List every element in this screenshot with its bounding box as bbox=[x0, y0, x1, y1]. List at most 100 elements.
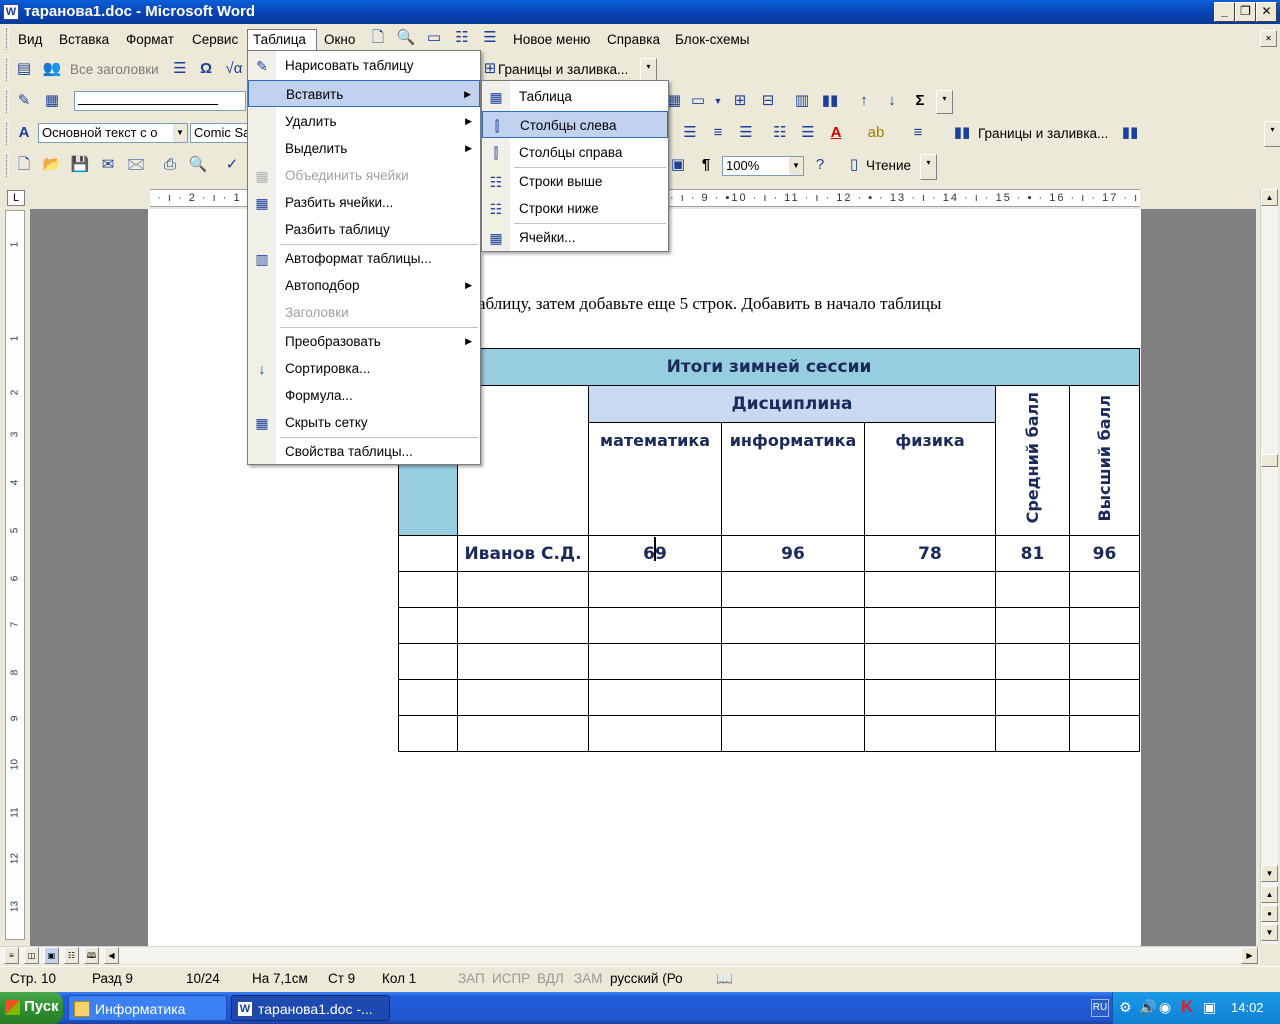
table-cell[interactable] bbox=[864, 607, 996, 644]
subject-informatics-cell[interactable]: информатика bbox=[721, 422, 865, 536]
table-cell[interactable] bbox=[995, 643, 1070, 680]
table-cell[interactable] bbox=[721, 607, 865, 644]
table-cell[interactable] bbox=[864, 571, 996, 608]
scroll-up-icon[interactable]: ▲ bbox=[1261, 189, 1278, 206]
table-cell[interactable] bbox=[995, 715, 1070, 752]
menu-insert[interactable]: Вставка bbox=[54, 29, 114, 50]
document-map-icon[interactable]: ▣ bbox=[668, 155, 688, 175]
distribute-cols-icon[interactable]: ⊟ bbox=[758, 91, 778, 111]
menu-item-split-cells[interactable]: ▦ Разбить ячейки... bbox=[248, 189, 480, 216]
status-track[interactable]: ИСПР bbox=[492, 971, 530, 986]
spelling-icon[interactable]: ✓ bbox=[222, 155, 242, 175]
student-name-cell[interactable]: Иванов С.Д. bbox=[457, 535, 589, 572]
table-cell[interactable] bbox=[1069, 607, 1140, 644]
tab-selector[interactable]: L bbox=[7, 190, 25, 206]
menu-item-autoformat[interactable]: ▥ Автоформат таблицы... bbox=[248, 245, 480, 272]
table-cell[interactable] bbox=[864, 679, 996, 716]
submenu-item-cells[interactable]: ▦ Ячейки... bbox=[482, 224, 668, 251]
all-headings-label[interactable]: Все заголовки bbox=[70, 60, 159, 80]
line-spacing-icon[interactable]: ≡ bbox=[908, 123, 928, 143]
print-icon[interactable]: ⎙ bbox=[160, 155, 180, 175]
new-icon[interactable]: 🗋 bbox=[14, 155, 34, 175]
autosum-icon[interactable]: Σ bbox=[910, 91, 930, 111]
table-cell[interactable] bbox=[721, 715, 865, 752]
toolbar-overflow-icon[interactable]: ▾ bbox=[640, 58, 657, 82]
dropdown-arrow-icon[interactable]: ▼ bbox=[708, 91, 728, 111]
find-icon[interactable]: 👥 bbox=[42, 59, 62, 79]
taskbar-item-informatika[interactable]: Информатика bbox=[68, 995, 227, 1021]
table-autoformat-icon[interactable]: ▥ bbox=[792, 91, 812, 111]
font-color-icon[interactable]: A bbox=[826, 123, 846, 143]
grades-table[interactable]: Итоги зимней сессии Дисциплина Средний б… bbox=[398, 348, 1140, 752]
email-icon[interactable]: 🖂 bbox=[126, 155, 146, 175]
menu-item-select[interactable]: Выделить ▶ bbox=[248, 135, 480, 162]
table-cell[interactable] bbox=[588, 571, 722, 608]
menu-item-insert[interactable]: Вставить ▶ bbox=[248, 80, 480, 107]
spelling-status-icon[interactable]: 📖 bbox=[716, 971, 733, 987]
scroll-right-icon[interactable]: ▶ bbox=[1241, 947, 1258, 964]
menu-tools[interactable]: Сервис bbox=[187, 29, 243, 50]
menu-item-draw-table[interactable]: ✎ Нарисовать таблицу bbox=[248, 52, 480, 79]
taskbar-item-word[interactable]: W таранова1.doc -... bbox=[231, 995, 390, 1021]
table-cell[interactable] bbox=[721, 571, 865, 608]
insert-cols-icon[interactable]: ☰ bbox=[480, 28, 500, 48]
table-cell[interactable] bbox=[588, 643, 722, 680]
table-cell[interactable] bbox=[457, 571, 589, 608]
menu-window[interactable]: Окно bbox=[319, 29, 360, 50]
menu-item-delete[interactable]: Удалить ▶ bbox=[248, 108, 480, 135]
menu-view[interactable]: Вид bbox=[13, 29, 47, 50]
reading-view-icon[interactable]: 🕮 bbox=[84, 947, 99, 964]
highlight-icon[interactable]: ab bbox=[866, 123, 886, 143]
table-cell[interactable] bbox=[721, 643, 865, 680]
toolbar-overflow-icon[interactable]: ▾ bbox=[920, 154, 937, 180]
omega-symbol-icon[interactable]: Ω bbox=[196, 59, 216, 79]
minimize-button[interactable]: _ bbox=[1214, 2, 1235, 22]
start-button[interactable]: Пуск bbox=[0, 992, 63, 1024]
subject-math-cell[interactable]: математика bbox=[588, 422, 722, 536]
status-overtype[interactable]: ЗАМ bbox=[574, 971, 602, 986]
permission-icon[interactable]: ✉ bbox=[98, 155, 118, 175]
vertical-ruler[interactable]: 1 1 2 3 4 5 6 7 8 9 10 11 12 13 bbox=[5, 210, 25, 940]
submenu-item-table[interactable]: ▦ Таблица bbox=[482, 83, 668, 110]
textbox-icon[interactable]: ▭ bbox=[424, 28, 444, 48]
table-cell[interactable] bbox=[721, 679, 865, 716]
disk-icon[interactable]: ◉ bbox=[1159, 999, 1171, 1016]
horizontal-scrollbar[interactable]: ≡ ◫ ▣ ☷ 🕮 ◀ ▶ bbox=[0, 946, 1260, 964]
new-doc-icon[interactable]: 🗋 bbox=[368, 28, 388, 48]
menu-item-split-table[interactable]: Разбить таблицу bbox=[248, 216, 480, 243]
submenu-item-columns-right[interactable]: ⫿ Столбцы справа bbox=[482, 139, 668, 166]
table-cell[interactable] bbox=[1069, 679, 1140, 716]
borders-shading-button-2[interactable]: Границы и заливка... bbox=[978, 124, 1108, 144]
borders-icon[interactable]: ⊞ bbox=[480, 59, 500, 79]
submenu-item-columns-left[interactable]: ⫿ Столбцы слева bbox=[482, 111, 668, 138]
preview-icon[interactable]: 🔍 bbox=[188, 155, 208, 175]
reading-layout-icon[interactable]: ▯ bbox=[844, 155, 864, 175]
borders-shading-button[interactable]: Границы и заливка... bbox=[498, 60, 628, 80]
table-cell[interactable]: 78 bbox=[864, 535, 996, 572]
table-cell[interactable]: 96 bbox=[1069, 535, 1140, 572]
table-cell[interactable] bbox=[457, 679, 589, 716]
table-cell[interactable] bbox=[398, 715, 458, 752]
toolbar-grip[interactable] bbox=[6, 123, 9, 145]
autofit-icon[interactable]: ▮▮ bbox=[820, 91, 840, 111]
print-preview-icon[interactable]: 🔍 bbox=[396, 28, 416, 48]
close-button[interactable]: ✕ bbox=[1256, 2, 1277, 22]
menu-flowcharts[interactable]: Блок-схемы bbox=[670, 29, 755, 50]
align-cell-icon[interactable]: ▭ bbox=[688, 91, 708, 111]
avg-header-cell[interactable]: Средний балл bbox=[995, 385, 1070, 536]
sort-descending-icon[interactable]: ↓ bbox=[882, 91, 902, 111]
menu-help[interactable]: Справка bbox=[602, 29, 665, 50]
submenu-item-rows-above[interactable]: ☷ Строки выше bbox=[482, 168, 668, 195]
status-rec[interactable]: ЗАП bbox=[458, 971, 485, 986]
table-cell[interactable] bbox=[588, 679, 722, 716]
menu-item-formula[interactable]: Формула... bbox=[248, 382, 480, 409]
menu-item-sort[interactable]: ↓ Сортировка... bbox=[248, 355, 480, 382]
table-cell[interactable] bbox=[588, 715, 722, 752]
scroll-thumb[interactable] bbox=[1261, 454, 1278, 467]
styles-icon[interactable]: A bbox=[14, 123, 34, 143]
scroll-down-icon[interactable]: ▼ bbox=[1261, 865, 1278, 882]
print-view-icon[interactable]: ▣ bbox=[44, 947, 59, 964]
menu-item-autofit[interactable]: Автоподбор ▶ bbox=[248, 272, 480, 299]
menu-table[interactable]: Таблица bbox=[247, 29, 317, 50]
distribute-rows-icon[interactable]: ⊞ bbox=[730, 91, 750, 111]
